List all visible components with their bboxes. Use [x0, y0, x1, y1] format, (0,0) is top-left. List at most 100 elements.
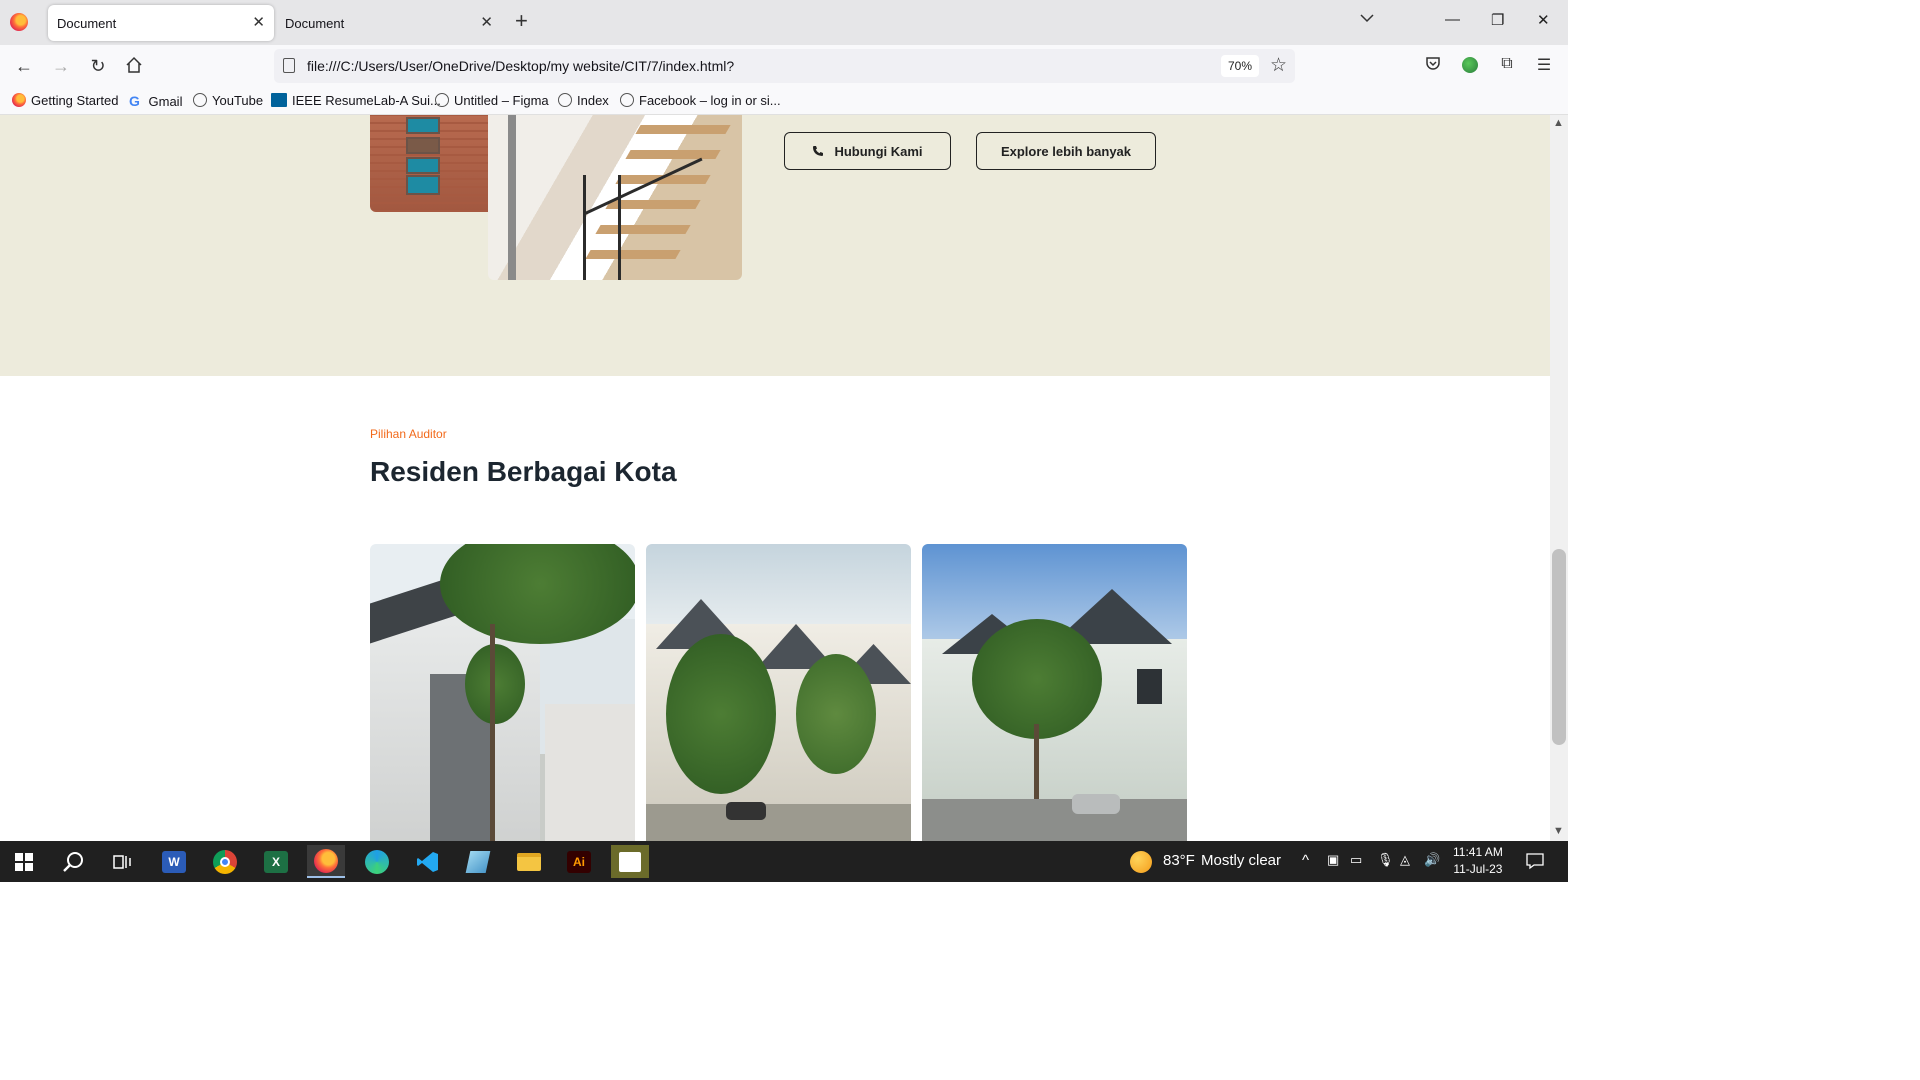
contact-us-button[interactable]: Hubungi Kami: [784, 132, 951, 170]
stair-step: [625, 150, 721, 159]
extensions-icon[interactable]: ⧉: [1497, 55, 1517, 75]
bookmarks-toolbar: Getting Started G Gmail YouTube IEEE Res…: [0, 87, 1568, 115]
window-detail: [406, 175, 440, 195]
file-explorer-icon[interactable]: [510, 845, 548, 878]
phone-icon: [813, 146, 824, 156]
minimize-icon[interactable]: —: [1445, 11, 1460, 28]
windows-start-icon[interactable]: [5, 845, 43, 878]
railing: [583, 175, 586, 280]
word-icon[interactable]: W: [155, 845, 193, 878]
page-scrollbar[interactable]: ▲ ▼: [1550, 115, 1568, 841]
scroll-thumb[interactable]: [1552, 549, 1566, 745]
stair-step: [585, 250, 681, 259]
chevron-down-icon[interactable]: [1359, 10, 1375, 31]
stair-step: [635, 125, 731, 134]
reload-icon[interactable]: ↻: [88, 56, 108, 76]
notes-app-icon[interactable]: [459, 845, 497, 878]
bookmark-label: IEEE ResumeLab-A Sui...: [292, 93, 441, 108]
bookmark-label: Index: [577, 93, 609, 108]
tab-bar: Document ✕ Document ✕ + — ❐ ✕: [0, 0, 1568, 45]
section-eyebrow: Pilihan Auditor: [370, 427, 447, 441]
bookmark-gmail[interactable]: G Gmail: [129, 93, 182, 109]
tab-document-active[interactable]: Document ✕: [48, 5, 274, 41]
chrome-icon[interactable]: [206, 845, 244, 878]
forward-arrow-icon[interactable]: →: [51, 56, 71, 76]
close-window-icon[interactable]: ✕: [1537, 11, 1550, 29]
vscode-icon[interactable]: [409, 845, 447, 878]
google-icon: G: [129, 93, 140, 109]
url-text[interactable]: file:///C:/Users/User/OneDrive/Desktop/m…: [307, 58, 734, 74]
wifi-icon[interactable]: ◬: [1400, 852, 1410, 868]
window-detail: [406, 137, 440, 154]
system-clock[interactable]: 11:41 AM 11-Jul-23: [1453, 844, 1503, 878]
bookmark-youtube[interactable]: YouTube: [193, 93, 263, 108]
hero-section: Hubungi Kami Explore lebih banyak: [0, 115, 1550, 376]
explore-button-label: Explore lebih banyak: [1000, 143, 1132, 159]
task-view-icon[interactable]: [103, 845, 141, 878]
bookmark-label: Untitled – Figma: [454, 93, 549, 108]
windows-taskbar: W X Ai 83°F Mostly clear ^ ▣ ▭ 🎙 ◬ 🔊 11:…: [0, 841, 1568, 882]
tree-trunk: [490, 624, 495, 841]
globe-icon: [558, 93, 572, 107]
street: [646, 804, 911, 841]
bookmark-star-icon[interactable]: ☆: [1270, 54, 1287, 77]
bookmark-figma[interactable]: Untitled – Figma: [435, 93, 549, 108]
address-bar[interactable]: file:///C:/Users/User/OneDrive/Desktop/m…: [274, 49, 1295, 83]
bookmark-facebook[interactable]: Facebook – log in or si...: [620, 93, 781, 108]
tab-label: Document: [285, 16, 345, 31]
excel-icon[interactable]: X: [257, 845, 295, 878]
tab-document[interactable]: Document ✕: [276, 5, 502, 41]
residence-card-image[interactable]: [370, 544, 635, 841]
bookmark-label: YouTube: [212, 93, 264, 108]
back-arrow-icon[interactable]: ←: [14, 56, 34, 76]
scroll-down-icon[interactable]: ▼: [1553, 825, 1564, 837]
bookmark-index[interactable]: Index: [558, 93, 609, 108]
illustrator-icon[interactable]: Ai: [560, 845, 598, 878]
notifications-icon[interactable]: [1526, 852, 1544, 874]
bookmark-ieee[interactable]: IEEE ResumeLab-A Sui...: [271, 93, 441, 108]
weather-text[interactable]: Mostly clear: [1201, 852, 1281, 869]
tree-canopy: [796, 654, 876, 774]
camera-icon[interactable]: ▣: [1327, 852, 1339, 868]
window-detail: [406, 157, 440, 174]
brick-building-image: [370, 115, 490, 212]
tree-canopy: [465, 644, 525, 724]
close-icon[interactable]: ✕: [480, 13, 493, 31]
globe-icon: [620, 93, 634, 107]
globe-icon: [193, 93, 207, 107]
weather-moon-icon[interactable]: [1130, 851, 1152, 873]
firefox-taskbar-icon[interactable]: [307, 845, 345, 878]
volume-icon[interactable]: 🔊: [1424, 852, 1440, 868]
stair-step: [595, 225, 691, 234]
zoom-level-badge[interactable]: 70%: [1221, 55, 1259, 77]
wall-art: [508, 115, 516, 280]
tab-label: Document: [57, 16, 117, 31]
residence-card-image[interactable]: [922, 544, 1187, 841]
bookmark-getting-started[interactable]: Getting Started: [12, 93, 118, 108]
edge-icon[interactable]: [358, 845, 396, 878]
battery-icon[interactable]: ▭: [1350, 852, 1362, 868]
restore-icon[interactable]: ❐: [1491, 11, 1504, 29]
close-icon[interactable]: ✕: [252, 13, 265, 31]
home-icon[interactable]: [124, 56, 144, 76]
firefox-icon: [12, 93, 26, 107]
new-tab-plus-icon[interactable]: +: [515, 9, 528, 33]
firefox-icon: [10, 13, 28, 31]
window: [1137, 669, 1162, 704]
scroll-up-icon[interactable]: ▲: [1553, 117, 1564, 129]
microphone-icon[interactable]: 🎙: [1377, 852, 1394, 868]
clock-date: 11-Jul-23: [1453, 862, 1503, 876]
staircase-image: [488, 115, 742, 280]
bookmark-label: Gmail: [148, 94, 183, 109]
menu-icon[interactable]: ☰: [1534, 55, 1554, 75]
search-icon[interactable]: [54, 845, 92, 878]
vpn-globe-icon[interactable]: [1460, 55, 1480, 75]
residence-card-image[interactable]: [646, 544, 911, 841]
video-editor-icon[interactable]: [611, 845, 649, 878]
weather-temp[interactable]: 83°F: [1163, 852, 1195, 869]
pocket-icon[interactable]: [1423, 55, 1443, 75]
explore-more-button[interactable]: Explore lebih banyak: [976, 132, 1156, 170]
section-title: Residen Berbagai Kota: [370, 456, 677, 487]
tray-chevron-up-icon[interactable]: ^: [1302, 852, 1309, 869]
clock-time: 11:41 AM: [1453, 845, 1503, 859]
